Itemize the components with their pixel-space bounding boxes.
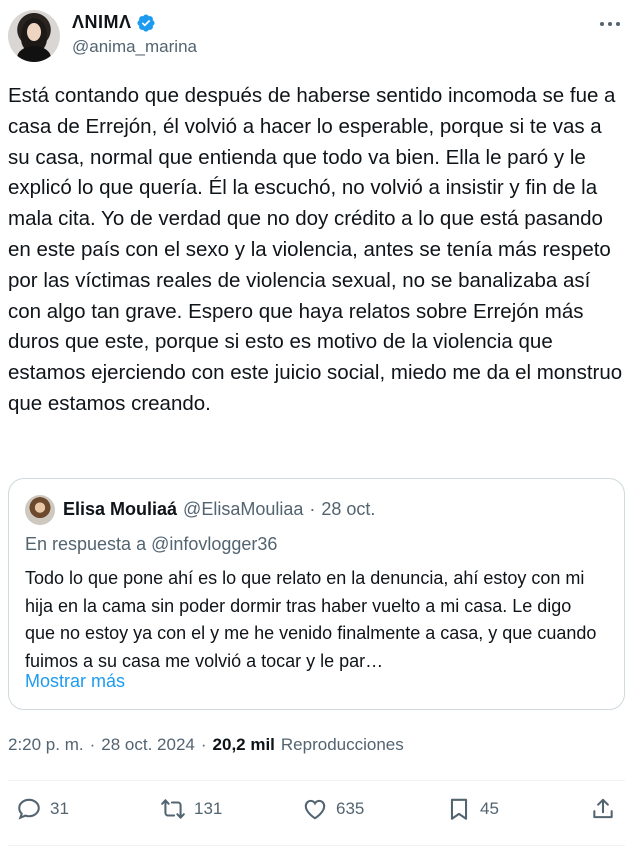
quoted-date: 28 oct. [321,499,376,519]
verified-badge-icon [136,13,155,32]
author-name-row: ΛNIMΛ [72,12,156,33]
tweet-date[interactable]: 28 oct. 2024 [101,735,195,755]
quoted-text: Todo lo que pone ahí es lo que relato en… [25,568,597,671]
tweet-meta: 2:20 p. m. · 28 oct. 2024 · 20,2 mil Rep… [8,735,404,755]
repost-icon [161,799,185,819]
tweet-text: Está contando que después de haberse sen… [8,84,628,415]
action-bar: 31 131 635 45 [8,790,625,832]
reply-button[interactable]: 31 [16,796,69,822]
separator-dot: · [200,735,207,754]
author-display-name[interactable]: ΛNIMΛ [72,12,132,33]
quoted-author-avatar [25,495,55,525]
more-icon[interactable] [595,12,625,36]
heart-icon [304,799,326,820]
like-count: 635 [336,799,365,818]
like-button[interactable]: 635 [302,796,364,822]
separator-dot: · [309,499,316,519]
separator-dot: · [89,735,96,754]
views-label: Reproducciones [280,735,404,754]
share-icon [593,798,613,819]
reply-count: 31 [50,799,69,818]
share-button[interactable] [590,796,616,822]
bookmark-count: 45 [480,799,499,818]
author-handle[interactable]: @anima_marina [72,37,197,57]
tweet-header: ΛNIMΛ @anima_marina [8,10,625,62]
divider [8,780,625,781]
repost-button[interactable]: 131 [160,796,222,822]
quoted-tweet[interactable]: Elisa Mouliaá @ElisaMouliaa · 28 oct. En… [8,478,625,710]
quoted-author-row: Elisa Mouliaá @ElisaMouliaa · 28 oct. [63,499,375,520]
quoted-reply-to: En respuesta a @infovlogger36 [25,534,278,554]
repost-count: 131 [194,799,223,818]
divider [8,845,625,846]
show-more-link[interactable]: Mostrar más [25,671,125,692]
views-count: 20,2 mil [212,735,275,754]
bookmark-button[interactable]: 45 [446,796,499,822]
bookmark-icon [450,798,468,820]
quoted-author-name: Elisa Mouliaá [63,499,178,519]
tweet-time[interactable]: 2:20 p. m. [8,735,84,755]
author-avatar[interactable] [8,10,60,62]
quoted-author-handle: @ElisaMouliaa [183,499,304,519]
reply-icon [18,798,40,820]
